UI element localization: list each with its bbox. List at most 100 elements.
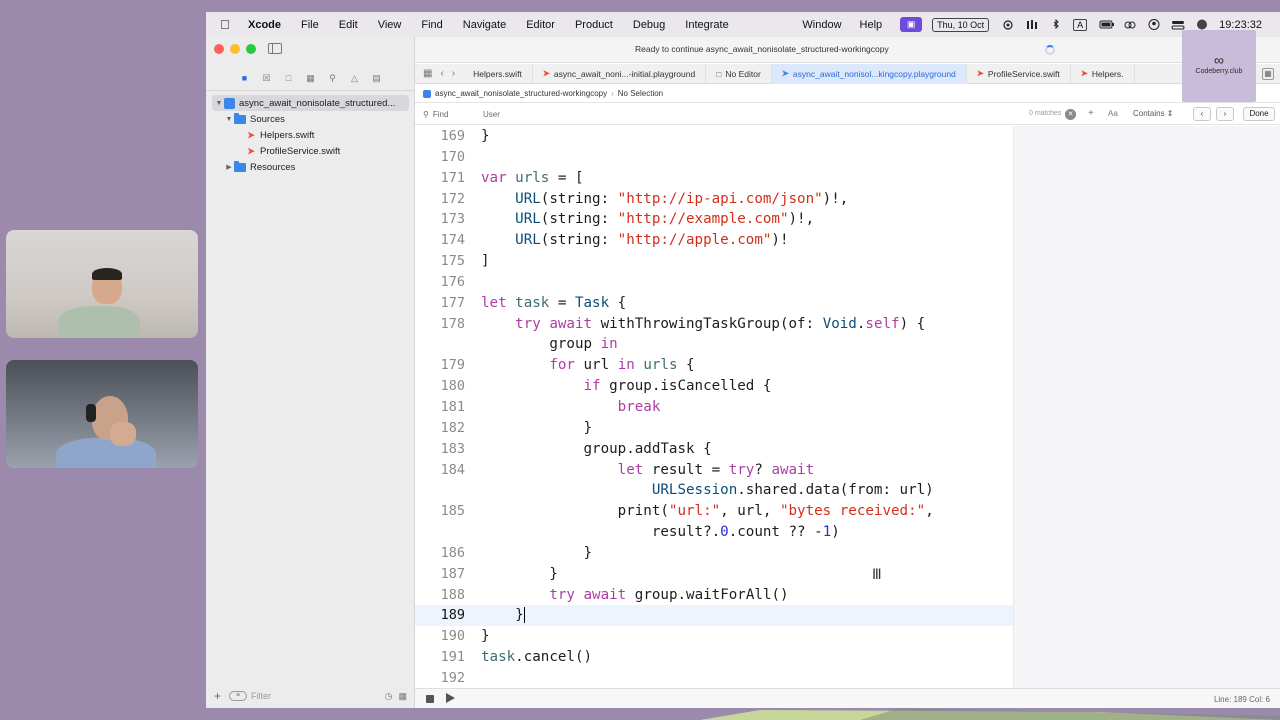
issues-tab-icon[interactable]: △ [350, 73, 360, 83]
code-line[interactable]: result?.0.count ?? -1) [415, 522, 1013, 543]
find-tab-icon[interactable]: ⚲ [328, 73, 338, 83]
menu-help[interactable]: Help [860, 19, 883, 31]
find-next-button[interactable]: › [1216, 107, 1234, 121]
tab-workingcopy-playground[interactable]: ➤ async_await_nonisol...kingcopy.playgro… [771, 63, 967, 84]
screen-share-icon[interactable]: ▣ [900, 17, 923, 32]
code-line[interactable]: 190} [415, 626, 1013, 647]
code-line[interactable]: 187 } [415, 564, 1013, 585]
find-input[interactable]: User [483, 110, 783, 119]
match-case-toggle[interactable]: Aa [1108, 109, 1118, 118]
chevron-right-icon[interactable]: ▶ [224, 163, 234, 171]
airdrop-icon[interactable] [1001, 19, 1015, 30]
menu-editor[interactable]: Editor [526, 19, 555, 31]
control-center-icon[interactable] [1171, 19, 1185, 30]
find-mode[interactable]: Find [433, 110, 449, 119]
chevron-down-icon[interactable]: ▼ [214, 100, 224, 107]
back-arrow-icon[interactable]: ‹ [440, 68, 443, 79]
source-control-tab-icon[interactable]: ☒ [262, 73, 272, 83]
menubar-clock[interactable]: 19:23:32 [1219, 19, 1262, 31]
code-line[interactable]: URLSession.shared.data(from: url) [415, 480, 1013, 501]
menu-window[interactable]: Window [802, 19, 841, 31]
code-line[interactable]: 181 break [415, 397, 1013, 418]
code-line[interactable]: 178 try await withThrowingTaskGroup(of: … [415, 314, 1013, 335]
chevron-down-icon[interactable]: ▼ [224, 116, 234, 123]
tree-item-project[interactable]: ▼ async_await_nonisolate_structured... [212, 95, 409, 111]
code-line[interactable]: 188 try await group.waitForAll() [415, 585, 1013, 606]
clear-search-icon[interactable]: ✕ [1065, 109, 1076, 120]
code-line[interactable]: 171 var urls = [ [415, 168, 1013, 189]
match-type-select[interactable]: Contains ⇕ [1133, 109, 1174, 118]
code-line[interactable]: 176 [415, 272, 1013, 293]
add-file-icon[interactable]: + [214, 689, 221, 703]
reports-tab-icon[interactable]: ▤ [372, 73, 382, 83]
menu-edit[interactable]: Edit [339, 19, 358, 31]
siri-icon[interactable] [1195, 19, 1209, 30]
code-line[interactable]: 173 URL(string: "http://example.com")!, [415, 209, 1013, 230]
menubar-date[interactable]: Thu, 10 Oct [932, 17, 990, 32]
bookmarks-tab-icon[interactable]: □ [284, 73, 294, 83]
code-line[interactable]: 169} [415, 126, 1013, 147]
code-line[interactable]: 170 [415, 147, 1013, 168]
code-line[interactable]: 179 for url in urls { [415, 355, 1013, 376]
symbols-tab-icon[interactable]: ▦ [306, 73, 316, 83]
apple-menu-icon[interactable]:  [220, 17, 234, 32]
code-line[interactable]: 189 } [415, 605, 1013, 627]
menu-product[interactable]: Product [575, 19, 613, 31]
battery-icon[interactable] [1099, 19, 1115, 30]
code-line[interactable]: 191 task.cancel() [415, 647, 1013, 668]
source-editor[interactable]: 169} 170 171 var urls = [172 URL(string: "h… [415, 126, 1013, 688]
code-line[interactable]: 186 } [415, 543, 1013, 564]
navigator-filter-input[interactable]: Filter [251, 691, 271, 701]
menu-view[interactable]: View [378, 19, 402, 31]
tab-profile-service[interactable]: ➤ ProfileService.swift [967, 63, 1071, 84]
tab-initial-playground[interactable]: ➤ async_await_noni...-initial.playground [533, 63, 707, 84]
code-line[interactable]: 175] [415, 251, 1013, 272]
controls-icon[interactable] [1025, 19, 1039, 30]
code-line[interactable]: 174 URL(string: "http://apple.com")! [415, 230, 1013, 251]
code-line[interactable]: 180 if group.isCancelled { [415, 376, 1013, 397]
user-icon[interactable] [1147, 19, 1161, 30]
minimize-window-button[interactable] [230, 44, 240, 54]
menu-debug[interactable]: Debug [633, 19, 665, 31]
bluetooth-icon[interactable] [1049, 18, 1063, 30]
editor-options-icon[interactable]: ▦ [1262, 68, 1274, 80]
source-control-filter-icon[interactable]: ▦ [398, 691, 407, 702]
zoom-window-button[interactable] [246, 44, 256, 54]
menu-find[interactable]: Find [421, 19, 442, 31]
search-icon[interactable]: ⚲ [423, 110, 429, 119]
run-playground-icon[interactable] [446, 693, 455, 703]
menu-navigate[interactable]: Navigate [463, 19, 506, 31]
tree-item-resources[interactable]: ▶ Resources [206, 159, 415, 175]
tree-item-sources[interactable]: ▼ Sources [206, 111, 415, 127]
tree-item-profile-service[interactable]: ➤ ProfileService.swift [206, 143, 415, 159]
sidebar-toggle-icon[interactable] [268, 43, 282, 54]
input-source-icon[interactable]: A [1073, 18, 1088, 31]
tab-overview-icon[interactable]: ▦ [423, 68, 432, 79]
jumpbar-selection[interactable]: No Selection [618, 89, 663, 98]
find-previous-button[interactable]: ‹ [1193, 107, 1211, 121]
close-window-button[interactable] [214, 44, 224, 54]
tree-item-helpers[interactable]: ➤ Helpers.swift [206, 127, 415, 143]
add-pattern-icon[interactable]: + [1088, 108, 1094, 119]
tab-helpers-2[interactable]: ➤ Helpers. [1071, 63, 1135, 84]
recent-files-icon[interactable]: ◷ [385, 691, 393, 702]
network-icon[interactable] [1123, 19, 1137, 30]
stop-icon[interactable] [426, 695, 434, 703]
menu-app-name[interactable]: Xcode [248, 19, 281, 31]
code-line[interactable]: 184 let result = try? await [415, 460, 1013, 481]
forward-arrow-icon[interactable]: › [452, 68, 455, 79]
code-line[interactable]: 182 } [415, 418, 1013, 439]
code-line[interactable]: 172 URL(string: "http://ip-api.com/json"… [415, 189, 1013, 210]
code-line[interactable]: 177 let task = Task { [415, 293, 1013, 314]
filter-options-icon[interactable]: ≡ [229, 691, 248, 701]
code-line[interactable]: 183 group.addTask { [415, 439, 1013, 460]
code-line[interactable]: 185 print("url:", url, "bytes received:"… [415, 501, 1013, 522]
tab-no-editor[interactable]: □ No Editor [706, 63, 772, 84]
tab-helpers[interactable]: Helpers.swift [463, 63, 533, 84]
find-done-button[interactable]: Done [1243, 107, 1275, 121]
project-navigator-tab-icon[interactable]: ■ [240, 73, 250, 83]
code-line[interactable]: 192 [415, 668, 1013, 688]
menu-integrate[interactable]: Integrate [685, 19, 728, 31]
menu-file[interactable]: File [301, 19, 319, 31]
code-line[interactable]: group in [415, 334, 1013, 355]
